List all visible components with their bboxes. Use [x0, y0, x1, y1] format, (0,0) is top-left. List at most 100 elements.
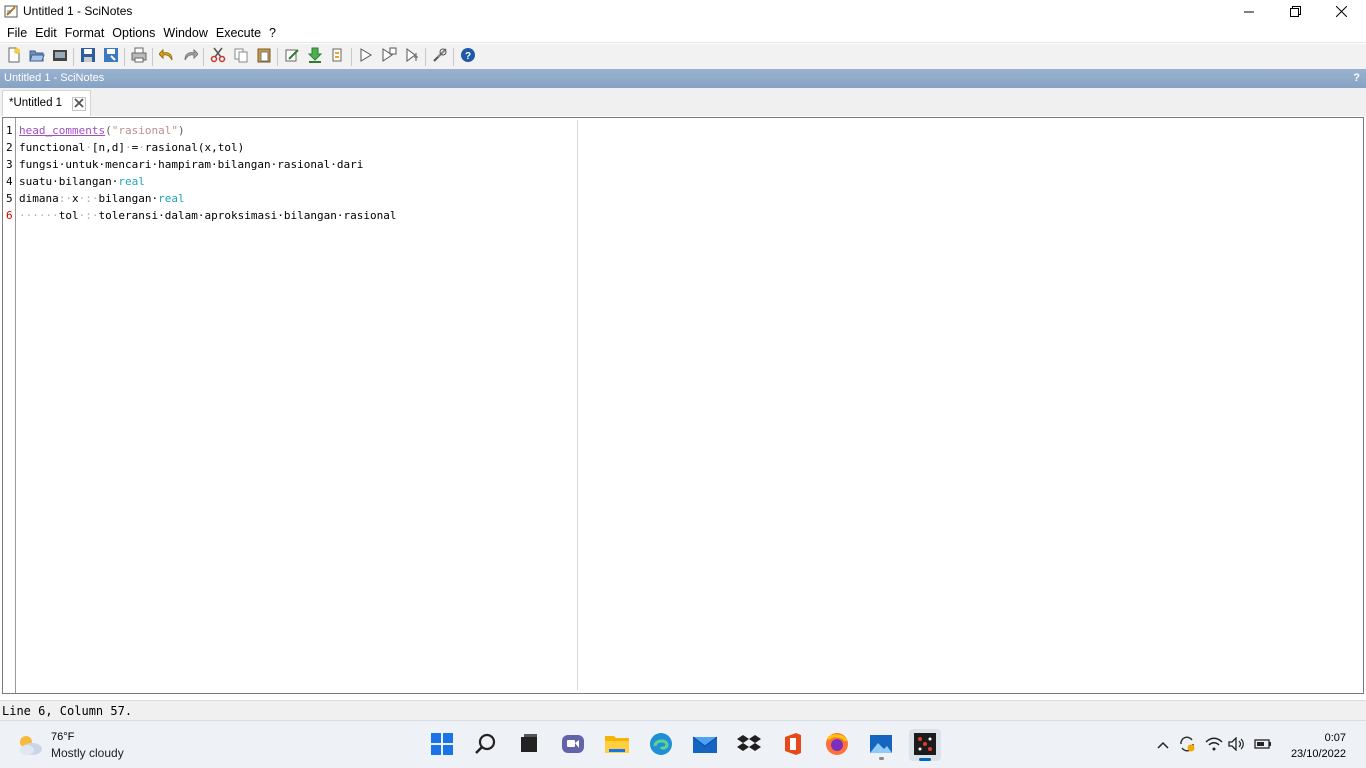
- close-button[interactable]: [1318, 0, 1364, 23]
- cut-button[interactable]: [206, 46, 229, 68]
- dropbox-button[interactable]: [733, 729, 765, 761]
- menu-help[interactable]: ?: [265, 23, 280, 43]
- copy-button[interactable]: [229, 46, 252, 68]
- tab-strip: *Untitled 1: [0, 88, 1366, 116]
- volume-tray-button[interactable]: [1227, 735, 1247, 754]
- code-token: "rasional": [111, 124, 178, 137]
- menu-options[interactable]: Options: [108, 23, 159, 43]
- execute-echo-button[interactable]: [377, 46, 400, 68]
- new-file-button[interactable]: [2, 46, 25, 68]
- dropbox-icon: [737, 733, 761, 758]
- restore-icon: [1289, 6, 1301, 17]
- save-button[interactable]: [76, 46, 99, 68]
- toolbar-separator: [152, 47, 153, 66]
- code-token: real: [158, 192, 185, 205]
- paste-icon: [256, 47, 272, 66]
- mail-button[interactable]: [689, 729, 721, 761]
- photos-button[interactable]: [865, 729, 897, 761]
- status-bar: Line 6, Column 57.: [0, 700, 1366, 720]
- evaluate-selection-button[interactable]: [326, 46, 349, 68]
- search-button[interactable]: [470, 729, 502, 761]
- menu-format[interactable]: Format: [61, 23, 109, 43]
- start-button[interactable]: [426, 729, 458, 761]
- menu-edit[interactable]: Edit: [31, 23, 61, 43]
- execute-button[interactable]: [354, 46, 377, 68]
- dock-header: Untitled 1 - SciNotes ?: [0, 69, 1366, 88]
- execute-until-button[interactable]: [400, 46, 423, 68]
- scilab-button[interactable]: [909, 729, 941, 761]
- code-token: ······: [19, 209, 59, 222]
- cursor-position: Line 6, Column 57.: [2, 704, 133, 718]
- code-line[interactable]: suatu·bilangan·real: [19, 173, 145, 190]
- taskbar: 76°F Mostly cloudy 0:07 23/10/2022: [0, 720, 1366, 768]
- code-token: tol: [58, 209, 79, 222]
- edge-margin-line: [577, 120, 578, 690]
- close-icon: [74, 97, 84, 111]
- code-line[interactable]: ······tol·:·toleransi·dalam·aproksimasi·…: [19, 207, 397, 224]
- task-view-icon: [518, 733, 540, 758]
- chevron-up-icon: [1157, 738, 1169, 752]
- toolbar: ?: [0, 44, 1366, 69]
- print-button[interactable]: [127, 46, 150, 68]
- code-editor[interactable]: 123456 head_comments("rasional") function…: [2, 117, 1364, 694]
- wifi-tray-button[interactable]: [1204, 736, 1224, 754]
- code-token: suatu·bilangan·: [19, 175, 119, 188]
- battery-icon: [1254, 738, 1272, 753]
- clock[interactable]: 0:07 23/10/2022: [1291, 730, 1346, 762]
- chat-button[interactable]: [557, 729, 589, 761]
- dock-title: Untitled 1 - SciNotes: [4, 72, 105, 84]
- title-bar: Untitled 1 - SciNotes: [0, 0, 1366, 23]
- code-line[interactable]: dimana:·x·:·bilangan·real: [19, 190, 185, 207]
- tools-icon: [432, 47, 448, 66]
- undo-button[interactable]: [155, 46, 178, 68]
- svg-text:?: ?: [464, 51, 470, 62]
- toolbar-separator: [453, 47, 454, 66]
- tools-button[interactable]: [428, 46, 451, 68]
- load-into-scilab-button[interactable]: [303, 46, 326, 68]
- help-button[interactable]: ?: [456, 46, 479, 68]
- help-icon: ?: [460, 47, 476, 66]
- clock-time: 0:07: [1324, 732, 1346, 744]
- code-token: ·: [124, 141, 132, 154]
- code-token: :·: [58, 192, 72, 205]
- tray-overflow-button[interactable]: [1153, 736, 1173, 754]
- code-token: ·:·: [78, 192, 99, 205]
- open-file-button[interactable]: [25, 46, 48, 68]
- dock-help-button[interactable]: ?: [1353, 72, 1360, 84]
- code-token: ): [177, 124, 185, 137]
- code-token: x: [72, 192, 79, 205]
- open-recent-button[interactable]: [48, 46, 71, 68]
- tab-untitled-1[interactable]: *Untitled 1: [2, 90, 91, 116]
- execute-until-icon: [404, 47, 420, 66]
- volume-icon: [1228, 735, 1246, 754]
- restore-button[interactable]: [1272, 0, 1318, 23]
- tab-close-button[interactable]: [72, 97, 86, 111]
- menu-execute[interactable]: Execute: [212, 23, 265, 43]
- save-as-button[interactable]: [99, 46, 122, 68]
- line-number: 3: [6, 158, 13, 171]
- code-token: ·: [138, 141, 145, 154]
- menu-window[interactable]: Window: [159, 23, 211, 43]
- firefox-button[interactable]: [821, 729, 853, 761]
- toolbar-separator: [425, 47, 426, 66]
- weather-temperature: 76°F: [51, 731, 75, 743]
- edge-icon: [649, 732, 673, 759]
- task-view-button[interactable]: [513, 729, 545, 761]
- minimize-button[interactable]: [1226, 0, 1272, 23]
- undo-icon: [157, 47, 175, 66]
- file-explorer-button[interactable]: [601, 729, 633, 761]
- running-indicator: [879, 757, 884, 760]
- line-number-gutter: 1 2 3 4 5 6: [3, 118, 16, 693]
- menu-file[interactable]: File: [3, 23, 31, 43]
- edge-button[interactable]: [645, 729, 677, 761]
- comment-button[interactable]: [280, 46, 303, 68]
- battery-tray-button[interactable]: [1253, 736, 1273, 754]
- code-line[interactable]: fungsi·untuk·mencari·hampiram·bilangan·r…: [19, 156, 363, 173]
- office-button[interactable]: [777, 729, 809, 761]
- file-explorer-icon: [604, 733, 630, 758]
- paste-button[interactable]: [252, 46, 275, 68]
- sync-tray-button[interactable]: [1177, 736, 1197, 754]
- code-line[interactable]: functional·[n,d]·=·rasional(x,tol): [19, 139, 244, 156]
- code-line[interactable]: head_comments("rasional"): [19, 122, 185, 139]
- redo-button[interactable]: [178, 46, 201, 68]
